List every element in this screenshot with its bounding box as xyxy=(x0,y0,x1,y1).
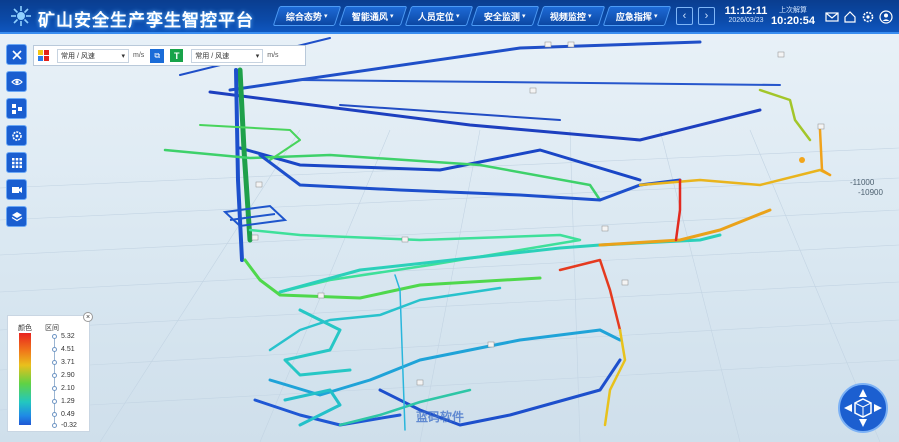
color-mode-icon[interactable] xyxy=(38,50,49,61)
chevron-down-icon: ▾ xyxy=(588,13,592,20)
main-nav: 综合态势 ▾ 智能通风 ▾ 人员定位 ▾ 安全监测 ▾ 视频监控 ▾ 应急指挥 ▾ xyxy=(272,6,672,26)
next-button[interactable]: › xyxy=(698,7,715,25)
right-unit: m/s xyxy=(267,52,279,59)
home-icon[interactable] xyxy=(843,10,857,24)
close-icon xyxy=(11,49,22,60)
legend-value: 0.49 xyxy=(52,411,75,418)
compass-icon xyxy=(844,389,882,427)
last-calc-label: 上次解算 xyxy=(779,7,807,14)
copy-icon: ⧉ xyxy=(154,50,161,60)
mail-icon[interactable] xyxy=(825,10,839,24)
eye-icon xyxy=(10,78,23,85)
axis-label: -11000 xyxy=(850,178,875,187)
current-time: 11:12:11 xyxy=(724,5,768,17)
legend-value: 2.90 xyxy=(52,372,75,379)
settings-icon xyxy=(11,130,22,141)
structure-button[interactable] xyxy=(6,98,27,119)
legend-value: 4.51 xyxy=(52,346,75,353)
compass-widget[interactable] xyxy=(838,383,888,433)
legend-range-header: 区间 xyxy=(45,325,59,332)
left-metric-select[interactable]: 常用 / 风速 ▾ xyxy=(57,48,129,63)
prev-button[interactable]: ‹ xyxy=(676,7,693,25)
last-calc-block: 上次解算 10:20:54 xyxy=(768,5,818,27)
left-toolbar xyxy=(6,44,27,227)
logo-icon xyxy=(11,6,31,26)
legend-value: 2.10 xyxy=(52,385,75,392)
camera-icon xyxy=(11,186,22,193)
nav-overview[interactable]: 综合态势 ▾ xyxy=(272,6,342,26)
chevron-down-icon: ▾ xyxy=(390,13,394,20)
settings-button[interactable] xyxy=(6,125,27,146)
camera-button[interactable] xyxy=(6,179,27,200)
chevron-down-icon: ▾ xyxy=(522,13,526,20)
gear-icon[interactable] xyxy=(861,10,875,24)
legend-value: -0.32 xyxy=(52,422,77,429)
chevron-down-icon: ▾ xyxy=(121,52,125,60)
nav-ventilation[interactable]: 智能通风 ▾ xyxy=(338,6,408,26)
legend-value: 3.71 xyxy=(52,359,75,366)
layer-stack-button[interactable] xyxy=(6,206,27,227)
chevron-down-icon: ▾ xyxy=(324,13,328,20)
close-icon[interactable]: × xyxy=(83,312,93,322)
axis-label: -10900 xyxy=(858,188,883,197)
stack-icon xyxy=(11,211,22,221)
right-metric-select[interactable]: 常用 / 风速 ▾ xyxy=(191,48,264,63)
grid-icon xyxy=(11,157,22,168)
close-panel-button[interactable] xyxy=(6,44,27,65)
current-time-block: 11:12:11 2026/03/23 xyxy=(724,5,768,24)
legend-color-bar xyxy=(19,333,31,425)
nav-personnel[interactable]: 人员定位 ▾ xyxy=(404,6,474,26)
grid-button[interactable] xyxy=(6,152,27,173)
text-toggle-button[interactable]: T xyxy=(170,49,184,62)
user-icon[interactable] xyxy=(879,10,893,24)
metric-control-panel: 常用 / 风速 ▾ m/s ⧉ T 常用 / 风速 ▾ m/s xyxy=(33,45,306,66)
app-header: 矿山安全生产孪生智控平台 综合态势 ▾ 智能通风 ▾ 人员定位 ▾ 安全监测 ▾ 视频监… xyxy=(0,0,899,34)
app-title: 矿山安全生产孪生智控平台 xyxy=(38,11,254,30)
legend-value: 1.29 xyxy=(52,398,75,405)
chevron-down-icon: ▾ xyxy=(654,13,658,20)
nav-video[interactable]: 视频监控 ▾ xyxy=(536,6,606,26)
mine-3d-scene[interactable]: -11000 -10900 xyxy=(0,30,899,442)
watermark: 蓝码软件 xyxy=(416,410,465,424)
current-date: 2026/03/23 xyxy=(728,17,764,24)
last-calc-time: 10:20:54 xyxy=(770,15,816,27)
chevron-down-icon: ▾ xyxy=(255,52,260,60)
legend-color-header: 颜色 xyxy=(18,325,32,332)
color-legend: × 颜色 区间 5.32 4.51 3.71 2.90 2.10 1.29 0.… xyxy=(7,312,93,432)
nav-emergency[interactable]: 应急指挥 ▾ xyxy=(602,6,672,26)
nav-safety-monitoring[interactable]: 安全监测 ▾ xyxy=(470,6,540,26)
chevron-down-icon: ▾ xyxy=(456,13,460,20)
legend-value: 5.32 xyxy=(52,333,75,340)
copy-button[interactable]: ⧉ xyxy=(150,48,165,63)
visibility-button[interactable] xyxy=(6,71,27,92)
layers-icon xyxy=(11,103,22,114)
left-unit: m/s xyxy=(133,52,145,59)
